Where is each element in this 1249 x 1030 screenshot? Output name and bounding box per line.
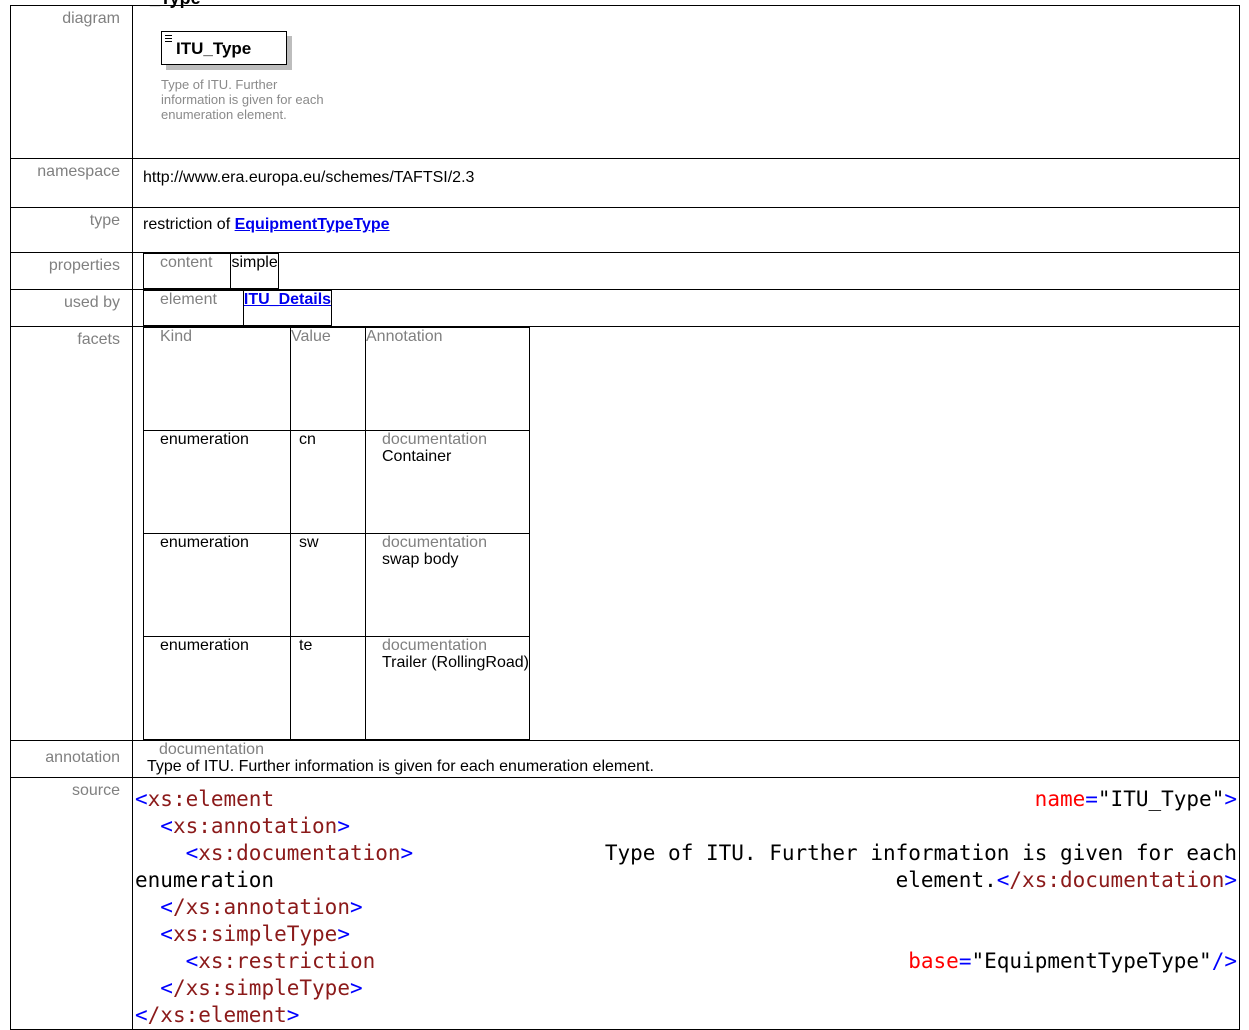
facet-kind: enumeration (143, 430, 291, 534)
used-by-label: used by (10, 289, 133, 327)
facet-kind: enumeration (143, 533, 291, 637)
namespace-label: namespace (10, 158, 133, 208)
element-name: ITU_Type (176, 39, 252, 58)
facets-table: Kind Value Annotation enumeration cn doc… (143, 327, 531, 740)
annotation-cell: documentation Type of ITU. Further infor… (132, 740, 1240, 778)
property-key: content (142, 253, 232, 289)
facets-header-annotation: Annotation (364, 327, 531, 431)
itu-details-link[interactable]: ITU_Details (244, 291, 331, 308)
diagram-label: diagram (10, 5, 133, 159)
source-label: source (10, 777, 133, 1030)
element-lines-icon (165, 35, 172, 44)
type-label: type (10, 207, 133, 253)
facet-ann-text: swap body (382, 551, 459, 568)
facet-ann-text: Trailer (RollingRoad) (382, 654, 530, 671)
diagram-description: Type of ITU. Further information is give… (161, 77, 324, 122)
facet-ann-text: Container (382, 448, 452, 465)
property-value: simple (230, 253, 279, 289)
type-prefix: restriction of (143, 216, 231, 233)
facet-row: enumeration sw documentation swap body (143, 533, 531, 637)
properties-label: properties (10, 252, 133, 290)
annotation-doc-label: documentation (159, 741, 264, 758)
source-cell: <xs:element name="ITU_Type"> <xs:annotati… (132, 777, 1240, 1030)
facet-kind: enumeration (143, 636, 291, 740)
annotation-text: Type of ITU. Further information is give… (147, 758, 654, 775)
annotation-label: annotation (10, 740, 133, 778)
equipment-type-link[interactable]: EquipmentTypeType (235, 216, 390, 233)
facet-value: cn (290, 430, 366, 534)
facets-cell: Kind Value Annotation enumeration cn doc… (132, 326, 1240, 741)
facets-label: facets (10, 326, 133, 741)
facet-ann-label: documentation (382, 431, 487, 448)
diagram: ITU_Type Type of ITU. Further informatio… (161, 31, 324, 122)
properties-cell: content simple (132, 252, 1240, 290)
facet-row: enumeration cn documentation Container (143, 430, 531, 534)
facet-value: te (290, 636, 366, 740)
facets-header-kind: Kind (143, 327, 291, 431)
facet-row: enumeration te documentation Trailer (Rol… (143, 636, 531, 740)
source-code: <xs:element name="ITU_Type"> <xs:annotati… (135, 787, 1237, 1027)
used-by-cell: element ITU_Details (132, 289, 1240, 327)
type-cell: restriction of EquipmentTypeType (132, 207, 1240, 253)
namespace-value: http://www.era.europa.eu/schemes/TAFTSI/… (132, 158, 1240, 208)
facet-ann-label: documentation (382, 534, 487, 551)
schema-doc-table: diagram ITU_Type Type of ITU. Further in… (10, 5, 1240, 1030)
facet-ann-label: documentation (382, 637, 487, 654)
element-box[interactable]: ITU_Type (161, 31, 287, 65)
diagram-cell: ITU_Type Type of ITU. Further informatio… (132, 5, 1240, 159)
facets-header-value: Value (290, 327, 366, 431)
used-by-kind: element (143, 290, 244, 326)
facet-value: sw (290, 533, 366, 637)
